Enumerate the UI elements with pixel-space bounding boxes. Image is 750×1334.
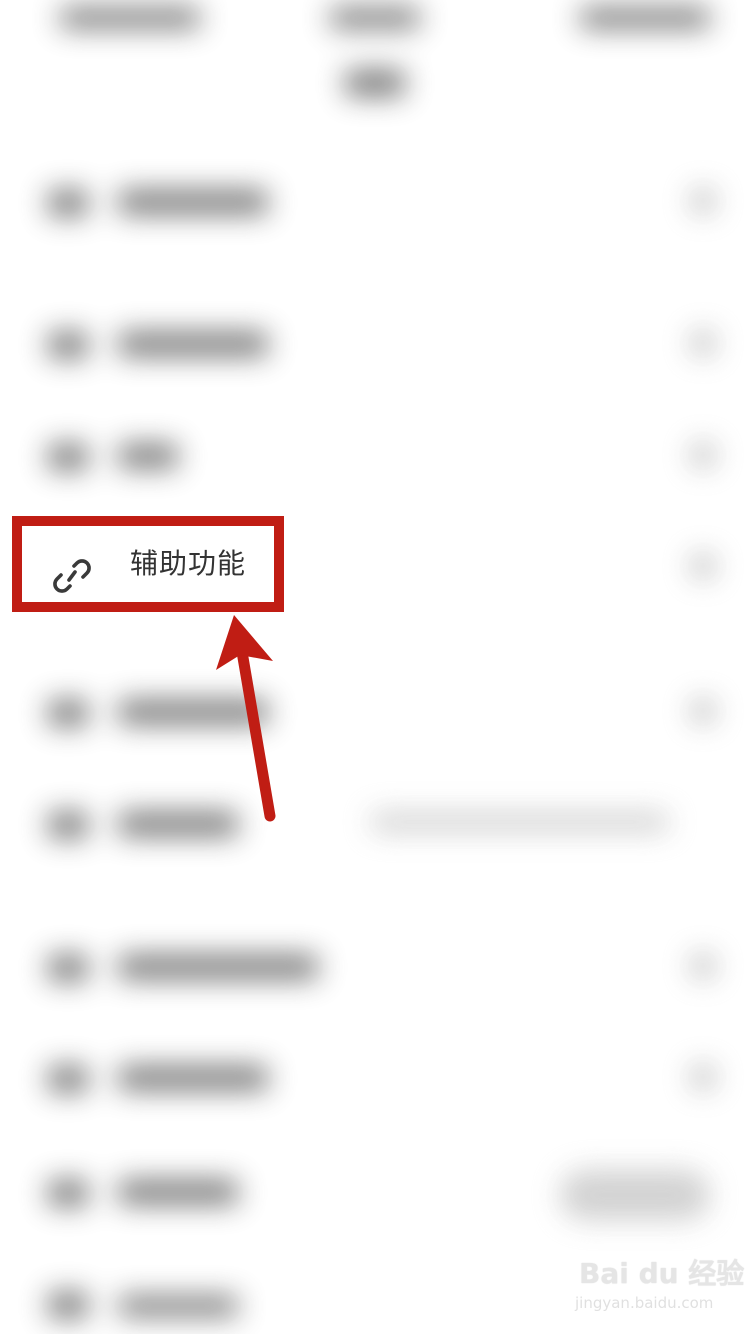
blurred-row-icon	[48, 955, 88, 981]
blurred-toggle	[560, 1170, 710, 1220]
watermark-brand: Bai du 经验	[579, 1257, 745, 1290]
link-icon	[53, 559, 91, 593]
blurred-header-left	[60, 8, 200, 28]
watermark-url: jingyan.baidu.com	[575, 1294, 714, 1312]
blurred-row-icon	[48, 1180, 88, 1206]
blurred-row-chevron	[690, 330, 716, 356]
blurred-row-value	[370, 812, 670, 832]
blurred-title	[345, 70, 405, 96]
blurred-row-label	[118, 1066, 268, 1090]
highlight-box: 辅助功能	[12, 516, 284, 612]
blurred-row-label	[118, 444, 178, 468]
blurred-row-chevron	[690, 698, 716, 724]
blurred-row-label	[118, 955, 318, 979]
arrow-up-icon	[216, 615, 276, 822]
blurred-row-label	[118, 332, 268, 356]
blurred-row-icon	[48, 190, 88, 216]
blurred-row-label	[118, 1180, 238, 1204]
blurred-row-label	[118, 1296, 238, 1316]
blurred-row-chevron	[690, 553, 716, 579]
blurred-header-center	[330, 8, 420, 28]
watermark: Bai du 经验 jingyan.baidu.com	[575, 1250, 744, 1320]
blurred-row-icon	[48, 812, 88, 838]
blurred-row-icon	[48, 1292, 88, 1318]
blurred-row-icon	[48, 1066, 88, 1092]
settings-item-label: 辅助功能	[130, 547, 247, 580]
settings-item-accessibility[interactable]: 辅助功能	[22, 526, 274, 602]
blurred-row-label	[118, 190, 268, 214]
blurred-row-chevron	[690, 953, 716, 979]
blurred-row-icon	[48, 700, 88, 726]
blurred-row-icon	[48, 332, 88, 358]
blurred-row-chevron	[690, 1064, 716, 1090]
blurred-row-icon	[48, 444, 88, 470]
blurred-settings-list	[0, 0, 750, 1334]
blurred-row-chevron	[690, 442, 716, 468]
blurred-header-right	[580, 8, 710, 28]
blurred-row-chevron	[690, 188, 716, 214]
